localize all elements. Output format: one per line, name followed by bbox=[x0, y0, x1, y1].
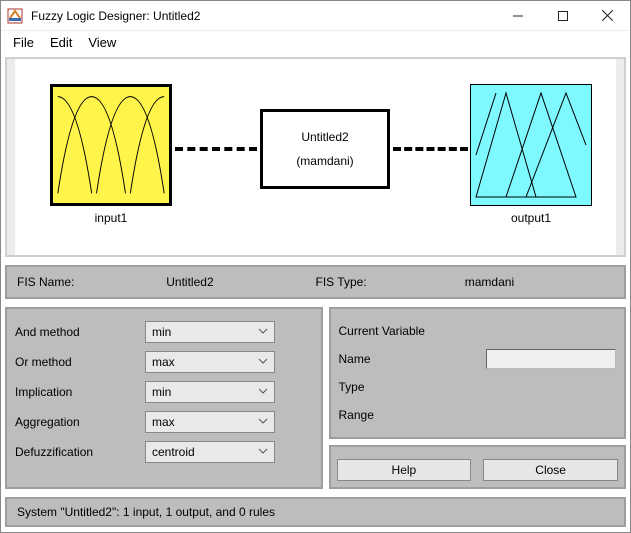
or-method-select[interactable]: max bbox=[145, 351, 275, 373]
menubar: File Edit View bbox=[1, 31, 630, 53]
cv-name-label: Name bbox=[339, 352, 409, 366]
diagram-panel: Untitled2 (mamdani) input1 output1 bbox=[5, 57, 626, 257]
menu-view[interactable]: View bbox=[82, 33, 122, 52]
window-title: Fuzzy Logic Designer: Untitled2 bbox=[29, 9, 495, 23]
fis-info-panel: FIS Name: Untitled2 FIS Type: mamdani bbox=[5, 265, 626, 299]
current-variable-panel: Current Variable Name Type Range bbox=[329, 307, 627, 439]
fis-name-value: Untitled2 bbox=[166, 275, 315, 289]
input-block[interactable] bbox=[50, 84, 172, 206]
defuzz-label: Defuzzification bbox=[15, 445, 145, 459]
app-window: Fuzzy Logic Designer: Untitled2 File Edi… bbox=[0, 0, 631, 533]
fis-name-label: FIS Name: bbox=[17, 275, 166, 289]
cv-range-label: Range bbox=[339, 408, 409, 422]
chevron-down-icon bbox=[258, 325, 268, 339]
aggregation-label: Aggregation bbox=[15, 415, 145, 429]
aggregation-select[interactable]: max bbox=[145, 411, 275, 433]
app-icon bbox=[1, 8, 29, 24]
close-window-button[interactable] bbox=[585, 1, 630, 30]
implication-label: Implication bbox=[15, 385, 145, 399]
or-method-label: Or method bbox=[15, 355, 145, 369]
and-method-label: And method bbox=[15, 325, 145, 339]
and-method-select[interactable]: min bbox=[145, 321, 275, 343]
methods-panel: And method min Or method max Implication… bbox=[5, 307, 323, 489]
menu-edit[interactable]: Edit bbox=[44, 33, 78, 52]
connection-line bbox=[393, 147, 468, 151]
help-button[interactable]: Help bbox=[337, 459, 472, 481]
cv-name-input[interactable] bbox=[486, 349, 616, 369]
chevron-down-icon bbox=[258, 385, 268, 399]
status-bar: System "Untitled2": 1 input, 1 output, a… bbox=[5, 497, 626, 527]
current-variable-heading: Current Variable bbox=[339, 324, 425, 338]
fis-type-value: mamdani bbox=[465, 275, 614, 289]
cv-type-label: Type bbox=[339, 380, 409, 394]
menu-file[interactable]: File bbox=[7, 33, 40, 52]
output-label: output1 bbox=[470, 211, 592, 225]
output-block[interactable] bbox=[470, 84, 592, 206]
system-type: (mamdani) bbox=[296, 154, 353, 168]
chevron-down-icon bbox=[258, 355, 268, 369]
implication-select[interactable]: min bbox=[145, 381, 275, 403]
fis-type-label: FIS Type: bbox=[316, 275, 465, 289]
input-label: input1 bbox=[50, 211, 172, 225]
system-block[interactable]: Untitled2 (mamdani) bbox=[260, 109, 390, 189]
maximize-button[interactable] bbox=[540, 1, 585, 30]
connection-line bbox=[175, 147, 257, 151]
close-button[interactable]: Close bbox=[483, 459, 618, 481]
button-panel: Help Close bbox=[329, 445, 627, 489]
titlebar: Fuzzy Logic Designer: Untitled2 bbox=[1, 1, 630, 31]
chevron-down-icon bbox=[258, 445, 268, 459]
chevron-down-icon bbox=[258, 415, 268, 429]
minimize-button[interactable] bbox=[495, 1, 540, 30]
window-controls bbox=[495, 1, 630, 30]
fis-diagram: Untitled2 (mamdani) input1 output1 bbox=[15, 59, 616, 239]
system-name: Untitled2 bbox=[301, 130, 348, 144]
defuzz-select[interactable]: centroid bbox=[145, 441, 275, 463]
